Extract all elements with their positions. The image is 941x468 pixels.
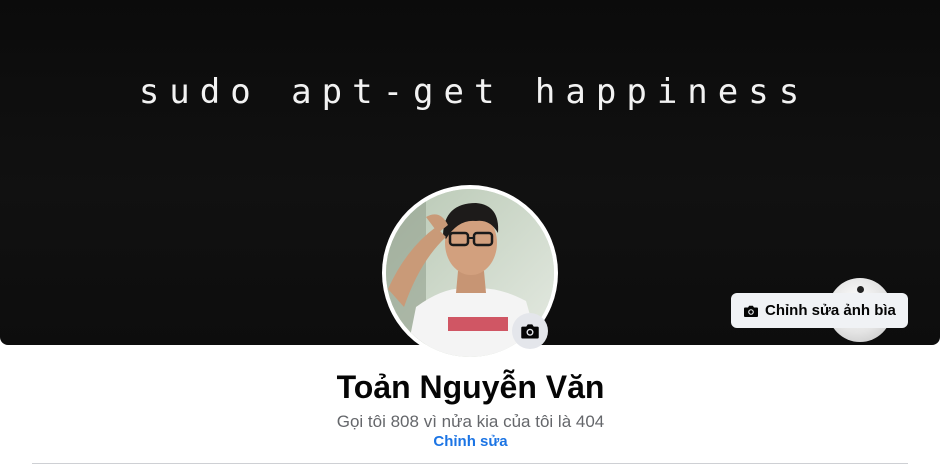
camera-icon (520, 321, 540, 341)
profile-header: sudo apt-get happiness Chỉnh sửa ảnh bìa (0, 0, 941, 468)
cover-decoration-dot (857, 286, 864, 293)
profile-bio: Gọi tôi 808 vì nửa kia của tôi là 404 (336, 412, 605, 431)
profile-name: Toản Nguyễn Văn (336, 369, 605, 405)
edit-bio-link[interactable]: Chỉnh sửa (0, 433, 941, 450)
cover-photo-text: sudo apt-get happiness (138, 72, 810, 112)
update-profile-picture-button[interactable] (512, 313, 548, 349)
edit-cover-photo-label: Chỉnh sửa ảnh bìa (765, 302, 896, 319)
section-divider (32, 463, 908, 464)
edit-cover-photo-button[interactable]: Chỉnh sửa ảnh bìa (731, 293, 908, 328)
camera-icon (743, 303, 759, 319)
